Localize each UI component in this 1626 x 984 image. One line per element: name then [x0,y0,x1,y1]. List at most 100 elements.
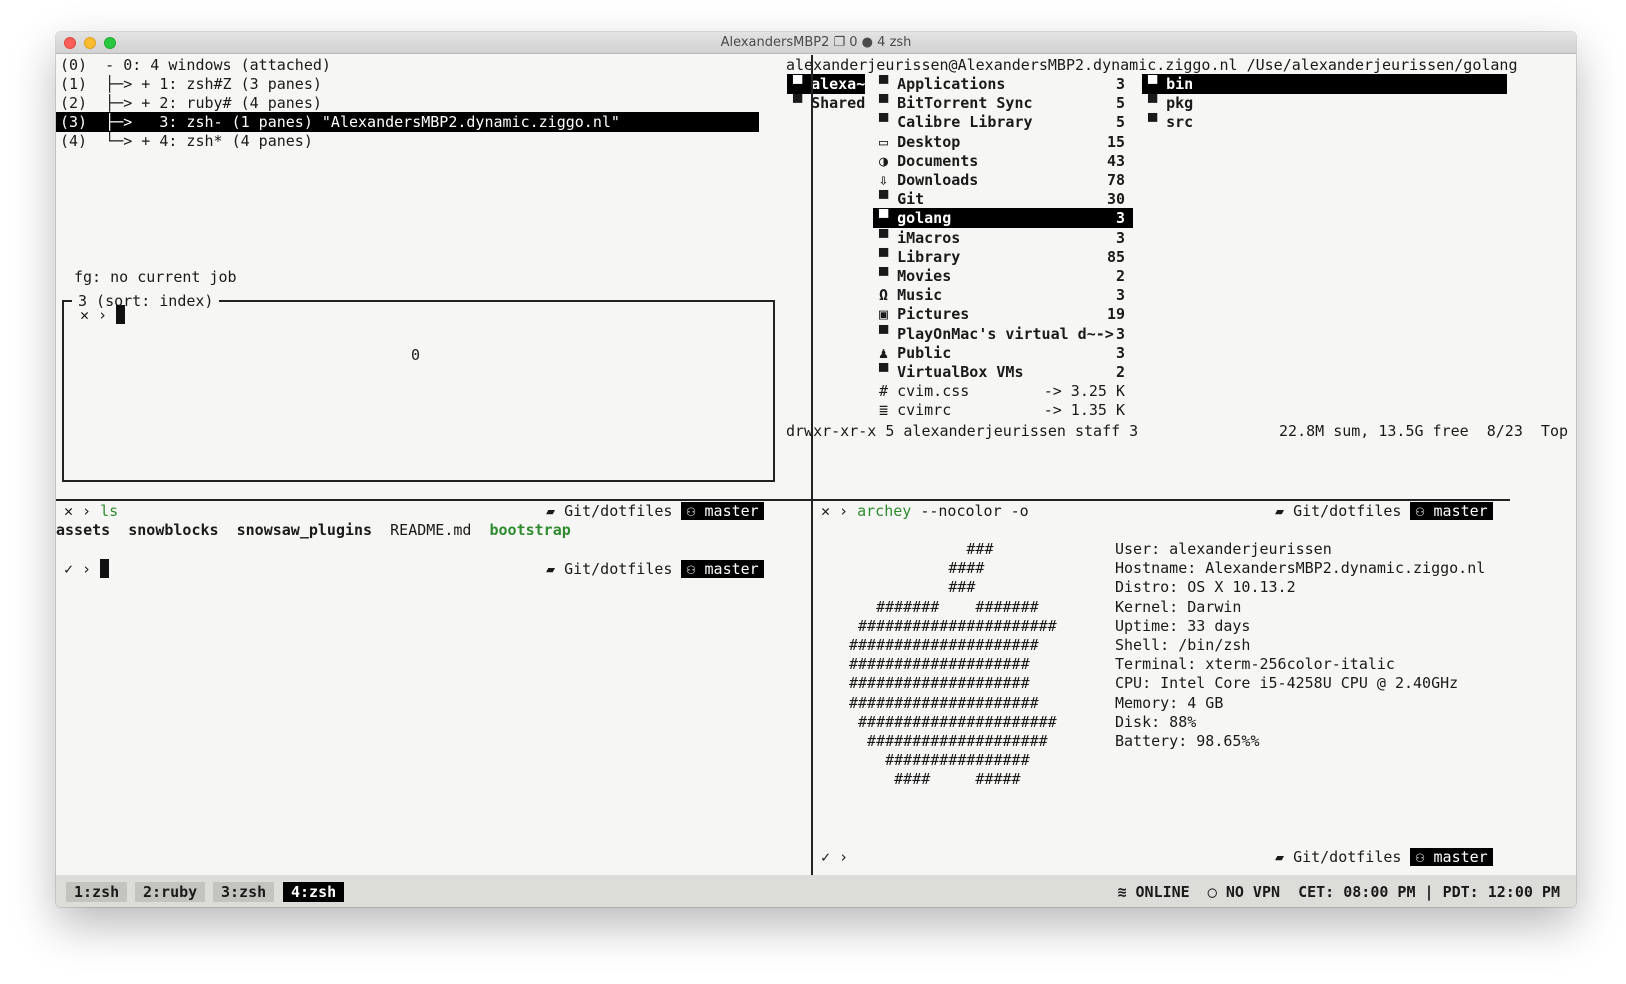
entry-name: Movies [897,267,952,285]
ranger-entry[interactable]: ▀ Movies 2 [873,266,1133,286]
entry-name: alexa~ [811,75,866,93]
tree-line[interactable]: (4) └─> + 4: zsh* (4 panes) [60,131,313,151]
folder-icon: ▀ [879,113,889,132]
ranger-entry[interactable]: # cvim.css -> 3.25 K [873,381,1133,401]
entry-count: 5 [1115,113,1125,132]
clock-text: CET: 08:00 PM | PDT: 12:00 PM [1298,883,1560,901]
ranger-preview-entry[interactable]: ▀ src [1148,112,1193,132]
tree-line[interactable]: (0) - 0: 4 windows (attached) [60,55,331,75]
ls-dir: snowblocks [128,521,219,539]
ranger-path-header: alexanderjeurissen@AlexandersMBP2.dynami… [786,56,1518,74]
ranger-parent-entry-selected[interactable]: ▀ alexa~ [787,74,865,94]
entry-name: PlayOnMac's virtual d~-> [897,324,1114,343]
entry-count: 85 [1106,247,1125,266]
folder-icon: ▀ [879,363,889,381]
entry-name: golang [897,209,952,228]
entry-name: Pictures [897,305,970,324]
document-icon: ◑ [879,151,889,170]
ranger-preview-entry-selected[interactable]: ▀ bin [1142,74,1507,94]
git-branch-icon: ⚇ [686,560,696,578]
folder-icon: ▀ [879,75,889,93]
git-path: Git/dotfiles [1293,502,1402,520]
folder-icon: ▀ [879,247,889,266]
folder-open-icon: ▰ [1275,502,1285,520]
folder-icon: ▀ [879,190,889,209]
terminal-window: AlexandersMBP2 ❐ 0 ● 4 zsh (0) - 0: 4 wi… [56,32,1576,907]
git-segment: ▰ Git/dotfiles ⚇ master [546,559,764,579]
ranger-entry[interactable]: ▀ Library 85 [873,247,1133,267]
art-line: ###################### [849,712,1057,731]
window-tab[interactable]: 1:zsh [66,882,128,902]
entry-count: 3 [1115,209,1125,228]
entry-count: -> 1.35 K [1043,401,1125,420]
ranger-entry[interactable]: ◑ Documents 43 [873,151,1133,171]
tmux-status-bar: 1:zsh 2:ruby 3:zsh 4:zsh ≋ ONLINE ◯ NO V… [56,875,1576,907]
cursor [100,559,110,578]
prompt-symbol: ✕ › [80,306,108,324]
entry-count: 30 [1106,190,1125,209]
ranger-entry[interactable]: ≣ cvimrc -> 1.35 K [873,400,1133,420]
left-shell-pane[interactable]: ✕ › ls ▰ Git/dotfiles ⚇ master assets sn… [56,501,811,875]
window-tab[interactable]: 2:ruby [135,882,206,902]
tree-line[interactable]: (1) ├─> + 1: zsh#Z (3 panes) [60,74,322,94]
prompt-line[interactable]: ✓ › [821,847,848,867]
art-line: #### ##### [849,770,1021,789]
ranger-entry[interactable]: ▣ Pictures 19 [873,304,1133,324]
picture-icon: ▣ [879,305,889,324]
cursor [116,305,126,324]
window-tab[interactable]: 3:zsh [213,882,275,902]
window-title: AlexandersMBP2 ❐ 0 ● 4 zsh [720,35,912,50]
entry-name: Applications [897,75,1006,93]
ranger-entry[interactable]: ▀ VirtualBox VMs 2 [873,362,1133,382]
art-line: ### [849,540,994,558]
tree-line[interactable]: (2) ├─> + 2: ruby# (4 panes) [60,93,322,113]
entry-name: cvimrc [897,401,952,420]
info-line: Kernel: Darwin [1115,597,1242,616]
title-bar[interactable]: AlexandersMBP2 ❐ 0 ● 4 zsh [56,32,1576,54]
tree-line-selected[interactable]: (3) ├─> 3: zsh- (1 panes) "AlexandersMBP… [56,112,759,132]
folder-open-icon: ▰ [546,560,556,578]
entry-name: Downloads [897,171,979,189]
folder-icon: ▀ [879,228,889,247]
art-line: ####### ####### [849,597,1039,616]
ranger-pane[interactable]: alexanderjeurissen@AlexandersMBP2.dynami… [786,55,1576,499]
ranger-entry[interactable]: ♟ Public 3 [873,343,1133,363]
ls-dir: snowsaw_plugins [236,521,373,539]
git-segment: ▰ Git/dotfiles ⚇ master [1275,501,1493,521]
entry-count: 2 [1115,363,1125,381]
file-lines-icon: ≣ [879,401,889,420]
ls-executable: bootstrap [489,521,571,539]
window-tab-active[interactable]: 4:zsh [283,882,345,902]
tmux-content: (0) - 0: 4 windows (attached) (1) ├─> + … [56,55,1576,907]
entry-name: src [1166,113,1194,131]
ranger-entry[interactable]: ⇩ Downloads 78 [873,170,1133,190]
right-shell-pane[interactable]: ✕ › archey --nocolor -o ▰ Git/dotfiles ⚇… [813,501,1576,875]
git-branch-badge: ⚇ master [681,560,764,578]
ranger-entry[interactable]: Ω Music 3 [873,285,1133,305]
entry-name: Documents [897,151,979,170]
ranger-entry[interactable]: ▭ Desktop 15 [873,132,1133,152]
ranger-entry[interactable]: ▀ iMacros 3 [873,228,1133,248]
ranger-parent-entry[interactable]: ▀ Shared [793,93,865,113]
ranger-entry[interactable]: ▀ Applications 3 [873,74,1133,94]
prompt-line[interactable]: ✓ › [64,559,110,579]
entry-count: 5 [1115,94,1125,113]
branch-name: master [704,560,759,578]
info-line: Distro: OS X 10.13.2 [1115,578,1296,597]
entry-name: Git [897,190,925,209]
ranger-entry[interactable]: ▀ Git 30 [873,189,1133,209]
choose-tree-pane[interactable]: (0) - 0: 4 windows (attached) (1) ├─> + … [56,55,811,499]
folder-icon: ▀ [879,209,889,228]
online-status: ONLINE [1135,883,1190,901]
ranger-entry[interactable]: ▀ Calibre Library 5 [873,112,1133,132]
prompt-symbol: ✕ › [64,502,92,520]
ranger-entry-selected[interactable]: ▀ golang 3 [873,208,1133,229]
info-line: Memory: 4 GB [1115,693,1224,712]
entry-count: -> 3.25 K [1043,382,1125,401]
preview-prompt: ✕ › [80,305,126,325]
ranger-preview-entry[interactable]: ▀ pkg [1148,93,1193,113]
ranger-entry[interactable]: ▀ PlayOnMac's virtual d~-> 3 [873,324,1133,344]
branch-name: master [1433,848,1488,866]
monitor-icon: ▭ [879,132,889,151]
ranger-entry[interactable]: ▀ BitTorrent Sync 5 [873,93,1133,113]
